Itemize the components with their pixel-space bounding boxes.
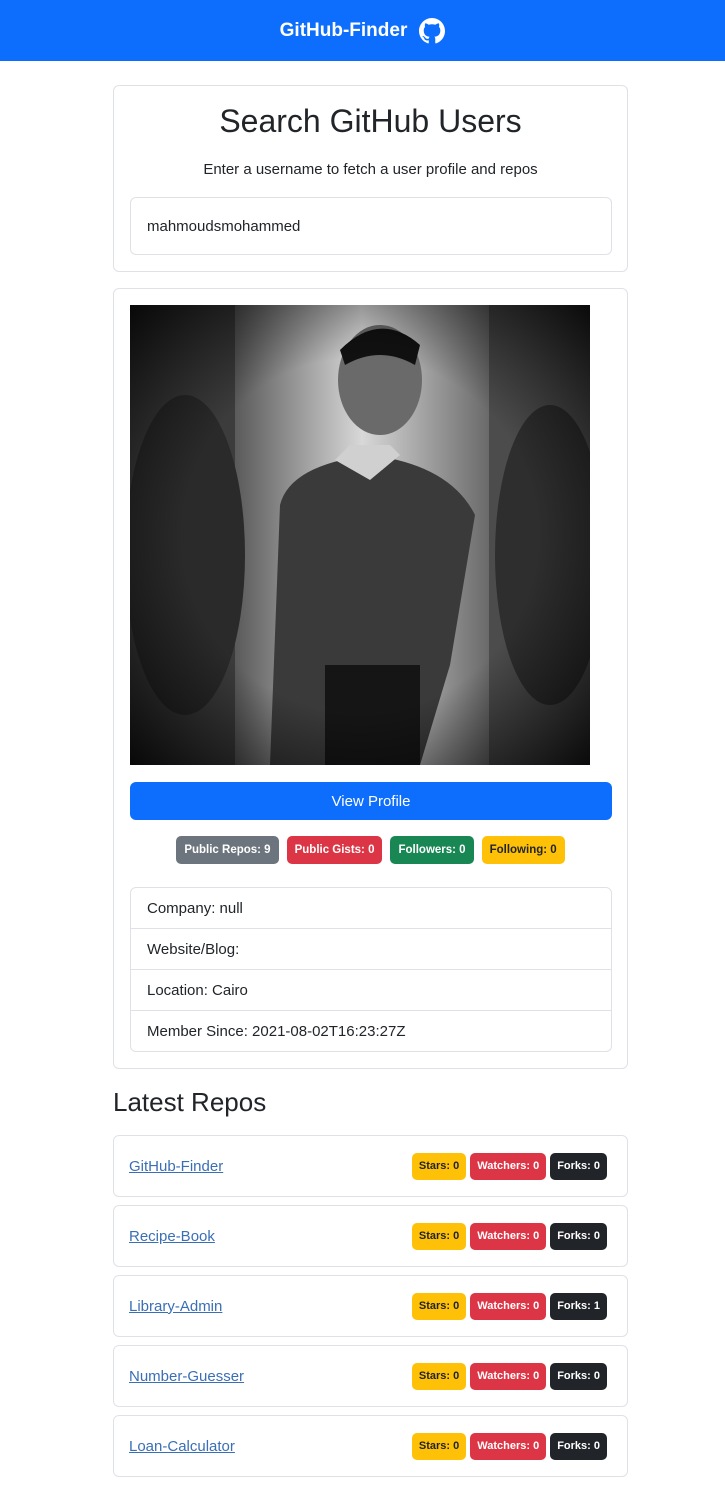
member-since-item: Member Since: 2021-08-02T16:23:27Z	[147, 1022, 406, 1040]
stars-badge: Stars: 0	[411, 1292, 467, 1320]
stars-badge: Stars: 0	[411, 1222, 467, 1250]
watchers-badge: Watchers: 0	[470, 1292, 547, 1320]
repo-link[interactable]: Loan-Calculator	[129, 1438, 235, 1455]
profile-details-list: Company: null Website/Blog: Location: Ca…	[130, 887, 612, 1052]
repo-badges: Stars: 0 Watchers: 0 Forks: 0	[411, 1152, 607, 1180]
repo-link[interactable]: GitHub-Finder	[129, 1158, 223, 1175]
repo-badges: Stars: 0 Watchers: 0 Forks: 1	[411, 1292, 607, 1320]
view-profile-button[interactable]: View Profile	[130, 782, 612, 820]
stars-badge: Stars: 0	[411, 1152, 467, 1180]
forks-badge: Forks: 0	[550, 1432, 607, 1460]
company-item: Company: null	[131, 888, 611, 929]
brand-link[interactable]: GitHub-Finder	[279, 17, 446, 44]
watchers-badge: Watchers: 0	[470, 1152, 547, 1180]
repo-badges: Stars: 0 Watchers: 0 Forks: 0	[411, 1432, 607, 1460]
repo-link[interactable]: Library-Admin	[129, 1298, 222, 1315]
repo-card: Library-Admin Stars: 0 Watchers: 0 Forks…	[113, 1275, 628, 1337]
watchers-badge: Watchers: 0	[470, 1362, 547, 1390]
repo-card: Loan-Calculator Stars: 0 Watchers: 0 For…	[113, 1415, 628, 1477]
stars-badge: Stars: 0	[411, 1432, 467, 1460]
location-item: Location: Cairo	[131, 970, 611, 1011]
repo-link[interactable]: Number-Guesser	[129, 1368, 244, 1385]
repo-card: Number-Guesser Stars: 0 Watchers: 0 Fork…	[113, 1345, 628, 1407]
forks-badge: Forks: 1	[550, 1292, 607, 1320]
profile-card: View Profile Public Repos: 9 Public Gist…	[113, 288, 628, 1069]
repo-card: GitHub-Finder Stars: 0 Watchers: 0 Forks…	[113, 1135, 628, 1197]
search-input[interactable]	[130, 197, 612, 255]
user-avatar	[130, 305, 590, 765]
repo-badges: Stars: 0 Watchers: 0 Forks: 0	[411, 1222, 607, 1250]
forks-badge: Forks: 0	[550, 1362, 607, 1390]
public-repos-badge: Public Repos: 9	[176, 836, 279, 864]
search-card: Search GitHub Users Enter a username to …	[113, 85, 628, 272]
latest-repos-heading: Latest Repos	[113, 1087, 267, 1117]
watchers-badge: Watchers: 0	[470, 1432, 547, 1460]
search-subtitle: Enter a username to fetch a user profile…	[203, 161, 538, 178]
navbar: GitHub-Finder	[0, 0, 725, 61]
website-item: Website/Blog:	[131, 929, 611, 970]
repo-link[interactable]: Recipe-Book	[129, 1228, 215, 1245]
watchers-badge: Watchers: 0	[470, 1222, 547, 1250]
github-icon	[419, 17, 446, 44]
repo-card: Recipe-Book Stars: 0 Watchers: 0 Forks: …	[113, 1205, 628, 1267]
forks-badge: Forks: 0	[550, 1222, 607, 1250]
repo-badges: Stars: 0 Watchers: 0 Forks: 0	[411, 1362, 607, 1390]
brand-title: GitHub-Finder	[279, 19, 408, 41]
search-title: Search GitHub Users	[219, 103, 522, 139]
public-gists-badge: Public Gists: 0	[286, 836, 383, 864]
followers-badge: Followers: 0	[390, 836, 474, 864]
following-badge: Following: 0	[481, 836, 565, 864]
profile-badges: Public Repos: 9 Public Gists: 0 Follower…	[114, 836, 627, 864]
stars-badge: Stars: 0	[411, 1362, 467, 1390]
forks-badge: Forks: 0	[550, 1152, 607, 1180]
